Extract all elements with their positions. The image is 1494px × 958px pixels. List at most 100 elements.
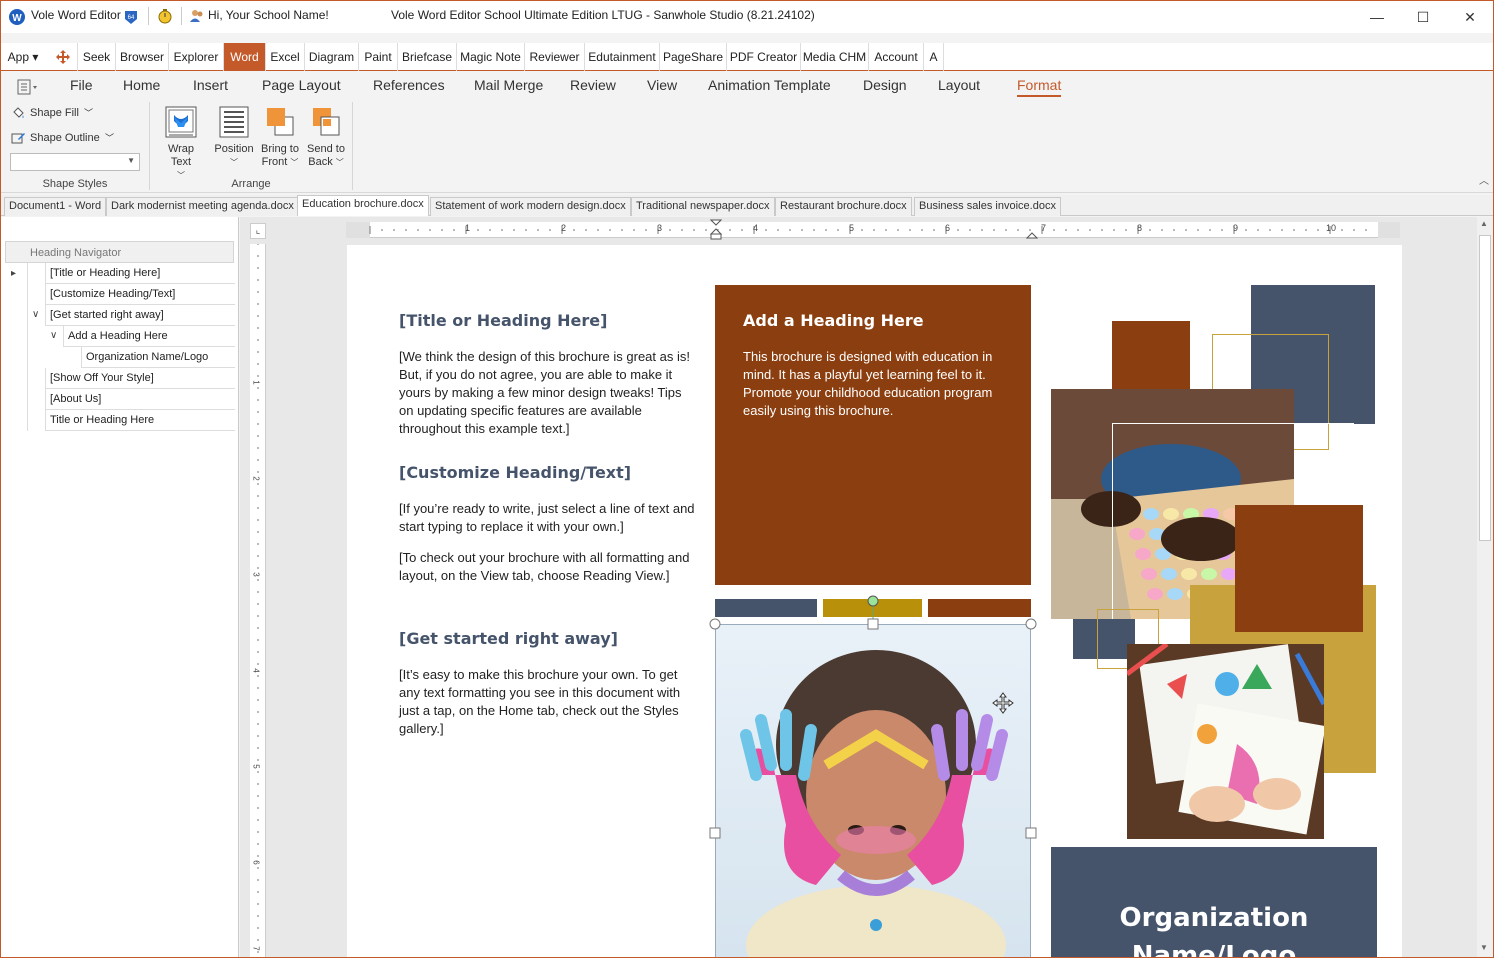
nav-item-about-us[interactable]: [About Us] (45, 389, 235, 410)
nav-item-title-heading[interactable]: [Title or Heading Here] (45, 263, 235, 284)
heading-title[interactable]: [Title or Heading Here] (399, 311, 607, 330)
send-to-back-button[interactable]: Send to Back ﹀ (303, 105, 349, 169)
collapse-arrow-icon[interactable]: ∨ (50, 330, 57, 341)
paragraph-write[interactable]: [If you’re ready to write, just select a… (399, 500, 695, 536)
scroll-thumb[interactable] (1479, 235, 1491, 541)
document-menu-icon[interactable] (17, 79, 39, 95)
group-divider (352, 102, 353, 190)
menu-a[interactable]: A (924, 43, 944, 71)
stopwatch-icon[interactable] (157, 8, 173, 24)
tab-view[interactable]: View (647, 77, 677, 93)
position-button[interactable]: Position ﹀ (211, 105, 257, 169)
bring-to-front-button[interactable]: Bring to Front ﹀ (257, 105, 303, 169)
selection-handles[interactable] (707, 585, 1043, 945)
menu-explorer[interactable]: Explorer (169, 43, 224, 71)
collapse-arrow-icon[interactable]: ∨ (32, 309, 39, 320)
tab-stop-selector[interactable]: ⌞ (250, 223, 266, 239)
menu-excel[interactable]: Excel (266, 43, 305, 71)
right-indent-icon[interactable] (1026, 227, 1038, 239)
menu-browser[interactable]: Browser (116, 43, 169, 71)
nav-item-show-off[interactable]: [Show Off Your Style] (45, 368, 235, 389)
shape-fill-button[interactable]: Shape Fill ﹀ (9, 105, 99, 123)
doc-tab-document1[interactable]: Document1 - Word (4, 197, 107, 216)
doc-tab-statement-of-work[interactable]: Statement of work modern design.docx (430, 197, 631, 216)
paragraph-intro[interactable]: [We think the design of this brochure is… (399, 348, 695, 438)
horizontal-ruler[interactable]: 2 1 3 4 5 6 7 8 9 10 (346, 219, 1400, 241)
scroll-up-icon[interactable]: ▲ (1480, 219, 1488, 228)
paragraph-styles[interactable]: [It’s easy to make this brochure your ow… (399, 666, 695, 738)
move-arrows-icon[interactable] (55, 49, 71, 65)
vertical-scrollbar[interactable]: ▲ ▼ (1477, 217, 1493, 957)
box-paragraph[interactable]: This brochure is designed with education… (743, 348, 1013, 420)
close-button[interactable]: ✕ (1447, 1, 1493, 33)
doc-tab-restaurant-brochure[interactable]: Restaurant brochure.docx (775, 197, 912, 216)
doc-tab-newspaper[interactable]: Traditional newspaper.docx (631, 197, 775, 216)
organization-name-line2[interactable]: Name/Logo (1051, 941, 1377, 957)
minimize-button[interactable]: — (1354, 1, 1400, 33)
doc-tab-sales-invoice[interactable]: Business sales invoice.docx (914, 197, 1061, 216)
tab-file[interactable]: File (70, 77, 93, 93)
app-menu-label: App (7, 50, 29, 64)
users-icon[interactable] (189, 8, 205, 24)
badge-64-icon[interactable]: 64 (123, 9, 139, 25)
heading-get-started[interactable]: [Get started right away] (399, 629, 618, 648)
menu-pdf-creator[interactable]: PDF Creator (727, 43, 801, 71)
indent-marker-icon[interactable] (710, 219, 722, 241)
document-page[interactable]: [Title or Heading Here] [We think the de… (347, 245, 1402, 957)
paragraph-check[interactable]: [To check out your brochure with all for… (399, 549, 695, 585)
tab-animation-template[interactable]: Animation Template (708, 77, 831, 93)
organization-logo-box[interactable]: Organization Name/Logo (1051, 847, 1377, 957)
menu-reviewer[interactable]: Reviewer (525, 43, 585, 71)
nav-item-title-heading-2[interactable]: Title or Heading Here (45, 410, 235, 431)
nav-item-add-heading[interactable]: Add a Heading Here (63, 326, 235, 347)
app-menu-button[interactable]: App ▾ (1, 43, 45, 71)
tab-review[interactable]: Review (570, 77, 616, 93)
tab-references[interactable]: References (373, 77, 445, 93)
tab-page-layout[interactable]: Page Layout (262, 77, 341, 93)
nav-item-organization[interactable]: Organization Name/Logo (81, 347, 235, 368)
maximize-button[interactable]: ☐ (1400, 1, 1446, 33)
menu-edutainment[interactable]: Edutainment (585, 43, 660, 71)
tab-layout[interactable]: Layout (938, 77, 980, 93)
expand-arrow-icon[interactable]: ▸ (11, 268, 16, 279)
heading-customize[interactable]: [Customize Heading/Text] (399, 463, 631, 482)
group-divider (149, 102, 150, 190)
menu-briefcase[interactable]: Briefcase (398, 43, 457, 71)
send-to-back-label-2: Back (308, 156, 333, 168)
vertical-ruler[interactable]: 2 1 3 4 5 6 7 (250, 243, 266, 957)
title-bar: W Vole Word Editor 64 Hi, Your School Na… (1, 1, 1493, 33)
scroll-down-icon[interactable]: ▼ (1480, 943, 1488, 952)
nav-item-customize-heading[interactable]: [Customize Heading/Text] (45, 284, 235, 305)
shape-styles-group-label: Shape Styles (42, 178, 108, 190)
shape-style-dropdown[interactable]: ▼ (10, 153, 140, 171)
ruler-number: 9 (1233, 223, 1239, 233)
doc-tab-meeting-agenda[interactable]: Dark modernist meeting agenda.docx (106, 197, 299, 216)
tab-format[interactable]: Format (1017, 77, 1062, 97)
drawing-photo (1127, 644, 1324, 839)
heading-text-box[interactable]: Add a Heading Here This brochure is desi… (715, 285, 1031, 585)
greeting[interactable]: Hi, Your School Name! (208, 8, 329, 22)
menu-account[interactable]: Account (869, 43, 924, 71)
ruler-ticks (346, 222, 1400, 238)
menu-media-chm[interactable]: Media CHM (801, 43, 869, 71)
tab-mail-merge[interactable]: Mail Merge (474, 77, 543, 93)
doc-tab-education-brochure[interactable]: Education brochure.docx (297, 195, 429, 216)
menu-magic-note[interactable]: Magic Note (457, 43, 525, 71)
organization-name-line1[interactable]: Organization (1051, 903, 1377, 933)
menu-paint[interactable]: Paint (359, 43, 398, 71)
menu-word[interactable]: Word (224, 43, 266, 71)
ruler-number: 2 (251, 476, 261, 481)
ribbon-panel: Shape Fill ﹀ Shape Outline ﹀ ▼ Shape Sty… (1, 100, 1493, 193)
wrap-text-button[interactable]: Wrap Text ﹀ (158, 105, 204, 182)
nav-item-get-started[interactable]: [Get started right away] (45, 305, 235, 326)
shape-outline-button[interactable]: Shape Outline ﹀ (9, 130, 119, 148)
tab-home[interactable]: Home (123, 77, 160, 93)
collapse-ribbon-icon[interactable]: ︿ (1479, 172, 1489, 187)
ruler-number: 3 (251, 572, 261, 577)
menu-pageshare[interactable]: PageShare (660, 43, 727, 71)
menu-diagram[interactable]: Diagram (305, 43, 359, 71)
tab-insert[interactable]: Insert (193, 77, 228, 93)
menu-seek[interactable]: Seek (77, 43, 116, 71)
box-heading[interactable]: Add a Heading Here (743, 311, 924, 330)
tab-design[interactable]: Design (863, 77, 907, 93)
